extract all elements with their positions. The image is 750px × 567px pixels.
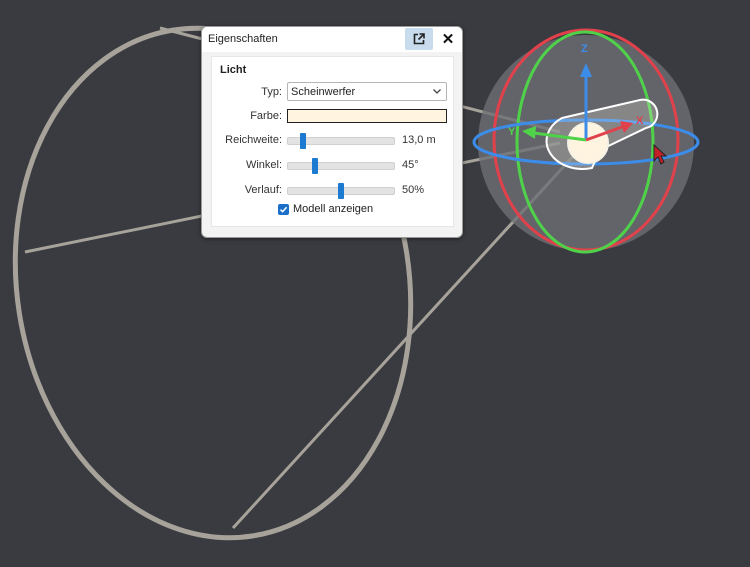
panel-title: Eigenschaften — [208, 33, 278, 45]
falloff-value: 50% — [402, 184, 425, 196]
range-label: Reichweite: — [225, 134, 282, 146]
axis-x-label: X — [636, 115, 644, 127]
color-swatch[interactable] — [287, 109, 447, 123]
angle-value: 45° — [402, 159, 419, 171]
close-button[interactable]: ✕ — [437, 28, 459, 50]
falloff-slider-thumb[interactable] — [338, 183, 344, 199]
checkmark-icon — [279, 206, 288, 213]
type-label: Typ: — [261, 86, 282, 98]
range-value: 13,0 m — [402, 134, 436, 146]
type-dropdown[interactable]: Scheinwerfer — [287, 82, 447, 101]
axis-z-label: Z — [581, 43, 588, 55]
popout-icon — [413, 33, 425, 45]
range-slider[interactable] — [287, 133, 395, 149]
panel-titlebar[interactable]: Eigenschaften ✕ — [202, 27, 462, 52]
angle-label: Winkel: — [245, 159, 282, 171]
type-dropdown-value: Scheinwerfer — [291, 86, 356, 98]
properties-panel: Eigenschaften ✕ Licht Typ: Scheinwerfer … — [201, 26, 463, 238]
close-icon: ✕ — [441, 30, 455, 48]
falloff-label: Verlauf: — [244, 184, 282, 196]
chevron-down-icon — [433, 89, 441, 94]
show-model-checkbox[interactable] — [278, 204, 289, 215]
light-properties-section: Licht Typ: Scheinwerfer Farbe: Reichweit… — [211, 56, 454, 227]
falloff-slider[interactable] — [287, 183, 395, 199]
range-slider-thumb[interactable] — [299, 133, 306, 149]
show-model-label[interactable]: Modell anzeigen — [293, 203, 373, 215]
spotlight-lens — [567, 122, 609, 164]
section-title: Licht — [220, 64, 247, 76]
popout-button[interactable] — [405, 28, 433, 50]
angle-slider[interactable] — [287, 158, 395, 174]
axis-y-label: Y — [508, 126, 516, 138]
color-label: Farbe: — [250, 110, 282, 122]
angle-slider-thumb[interactable] — [311, 158, 318, 174]
